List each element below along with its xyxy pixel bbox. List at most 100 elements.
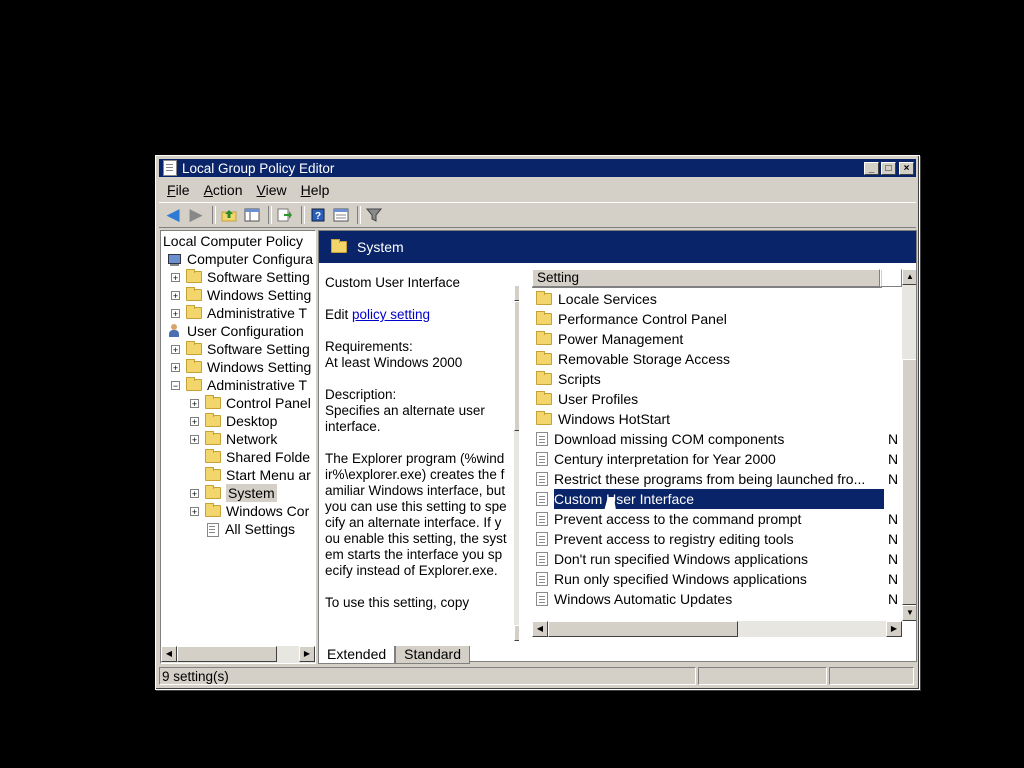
list-horizontal-scrollbar[interactable]: ◀ ▶ (532, 621, 902, 637)
list-item[interactable]: Windows Automatic Updates N (534, 589, 898, 609)
description-vertical-scrollbar[interactable]: ▲ ▼ (514, 285, 519, 641)
tree-item-windows-components[interactable]: + Windows Cor (190, 502, 309, 520)
menu-bar: File Action View Help (160, 179, 336, 201)
tree-item-label: Start Menu ar (226, 467, 311, 483)
scroll-right-icon[interactable]: ▶ (886, 621, 902, 637)
scroll-right-icon[interactable]: ▶ (299, 646, 315, 662)
list-item-label: Power Management (558, 331, 684, 347)
expand-icon[interactable]: + (190, 434, 199, 444)
scroll-left-icon[interactable]: ◀ (161, 646, 177, 662)
menu-help[interactable]: Help (294, 182, 337, 198)
policy-setting-icon (536, 572, 548, 586)
expand-icon[interactable]: + (171, 308, 180, 318)
forward-icon[interactable]: ▶ (186, 205, 206, 224)
list-vertical-scrollbar[interactable]: ▲ ▼ (902, 269, 916, 621)
expand-icon[interactable]: + (190, 398, 199, 408)
maximize-button[interactable]: □ (881, 161, 896, 175)
policy-setting-icon (536, 432, 548, 446)
column-header-setting[interactable]: Setting (532, 269, 880, 287)
tree-item-user-configuration[interactable]: User Configuration (167, 322, 304, 340)
list-item[interactable]: Download missing COM components N (534, 429, 898, 449)
tree-item-windows-settings[interactable]: + Windows Setting (171, 286, 311, 304)
tree-item-network[interactable]: + Network (190, 430, 277, 448)
policy-setting-icon (536, 472, 548, 486)
title-bar[interactable]: Local Group Policy Editor _ □ × (159, 159, 916, 177)
scroll-thumb[interactable] (902, 359, 916, 605)
tree-item-label: Shared Folde (226, 449, 311, 465)
scroll-left-icon[interactable]: ◀ (532, 621, 548, 637)
menu-action[interactable]: Action (197, 182, 250, 198)
tree-item-user-software-settings[interactable]: + Software Setting (171, 340, 310, 358)
expand-icon[interactable]: + (190, 506, 199, 516)
list-item[interactable]: Power Management (534, 329, 898, 349)
minimize-button[interactable]: _ (864, 161, 879, 175)
tree-item-shared-folders[interactable]: Shared Folde (205, 448, 310, 466)
list-item[interactable]: Removable Storage Access (534, 349, 898, 369)
tree-item-software-settings[interactable]: + Software Setting (171, 268, 310, 286)
menu-file[interactable]: File (160, 182, 197, 198)
list-item-label: Removable Storage Access (558, 351, 730, 367)
list-item-label: Century interpretation for Year 2000 (554, 451, 776, 467)
menu-view[interactable]: View (250, 182, 294, 198)
tab-extended[interactable]: Extended (318, 646, 396, 664)
tree-item-administrative-templates[interactable]: + Administrative T (171, 304, 307, 322)
tree-item-start-menu[interactable]: Start Menu ar (205, 466, 311, 484)
tree-pane[interactable]: Local Computer Policy Computer Configura… (160, 230, 316, 664)
scroll-down-icon[interactable]: ▼ (902, 605, 916, 621)
user-icon (167, 324, 182, 338)
folder-icon (536, 311, 552, 325)
back-icon[interactable]: ◀ (163, 205, 183, 224)
list-item[interactable]: Scripts (534, 369, 898, 389)
list-item[interactable]: Prevent access to the command prompt N (534, 509, 898, 529)
tree-item-user-administrative-templates[interactable]: − Administrative T (171, 376, 307, 394)
collapse-icon[interactable]: − (171, 380, 180, 390)
scroll-up-icon[interactable]: ▲ (902, 269, 916, 285)
tree-horizontal-scrollbar[interactable]: ◀ ▶ (161, 646, 315, 663)
scroll-thumb[interactable] (177, 646, 277, 662)
list-item[interactable]: User Profiles (534, 389, 898, 409)
properties-icon[interactable] (331, 206, 351, 224)
list-item-state: N (888, 471, 899, 487)
scroll-thumb[interactable] (514, 301, 519, 431)
expand-icon[interactable]: + (171, 272, 180, 282)
list-item[interactable]: Century interpretation for Year 2000 N (534, 449, 898, 469)
tree-item-label: Computer Configura (187, 251, 314, 267)
list-item[interactable]: Run only specified Windows applications N (534, 569, 898, 589)
column-header-state[interactable] (880, 269, 902, 287)
scroll-thumb[interactable] (548, 621, 738, 637)
policy-setting-link[interactable]: policy setting (352, 307, 430, 322)
scroll-down-icon[interactable]: ▼ (514, 625, 519, 641)
tree-item-computer-configuration[interactable]: Computer Configura (167, 250, 313, 268)
up-folder-icon[interactable] (219, 206, 239, 224)
tree-item-control-panel[interactable]: + Control Panel (190, 394, 311, 412)
tab-standard[interactable]: Standard (395, 646, 470, 664)
list-item[interactable]: Don't run specified Windows applications… (534, 549, 898, 569)
tree-item-desktop[interactable]: + Desktop (190, 412, 277, 430)
filter-icon[interactable] (364, 206, 384, 224)
list-item[interactable]: Windows HotStart (534, 409, 898, 429)
tree-item-all-settings[interactable]: All Settings (205, 520, 295, 538)
list-item[interactable]: Performance Control Panel (534, 309, 898, 329)
list-item[interactable]: Custom User Interface (534, 489, 898, 509)
tree-item-user-windows-settings[interactable]: + Windows Setting (171, 358, 311, 376)
help-icon[interactable]: ? (308, 206, 328, 224)
close-button[interactable]: × (899, 161, 914, 175)
list-item[interactable]: Prevent access to registry editing tools… (534, 529, 898, 549)
expand-icon[interactable]: + (190, 488, 199, 498)
list-item-label: Locale Services (558, 291, 657, 307)
status-segment (697, 667, 828, 685)
tree-item-local-computer-policy[interactable]: Local Computer Policy (163, 232, 303, 250)
expand-icon[interactable]: + (171, 344, 180, 354)
settings-list[interactable]: Setting Locale Services Performance Contr… (532, 269, 916, 653)
scroll-track[interactable] (177, 646, 299, 663)
list-item[interactable]: Locale Services (534, 289, 898, 309)
list-item[interactable]: Restrict these programs from being launc… (534, 469, 898, 489)
expand-icon[interactable]: + (171, 290, 180, 300)
tree-item-system[interactable]: + System (190, 484, 277, 502)
show-hide-tree-icon[interactable] (242, 206, 262, 224)
expand-icon[interactable]: + (171, 362, 180, 372)
tree-item-label: Network (226, 431, 278, 447)
export-list-icon[interactable] (275, 206, 295, 224)
expand-icon[interactable]: + (190, 416, 199, 426)
scroll-up-icon[interactable]: ▲ (514, 285, 519, 301)
